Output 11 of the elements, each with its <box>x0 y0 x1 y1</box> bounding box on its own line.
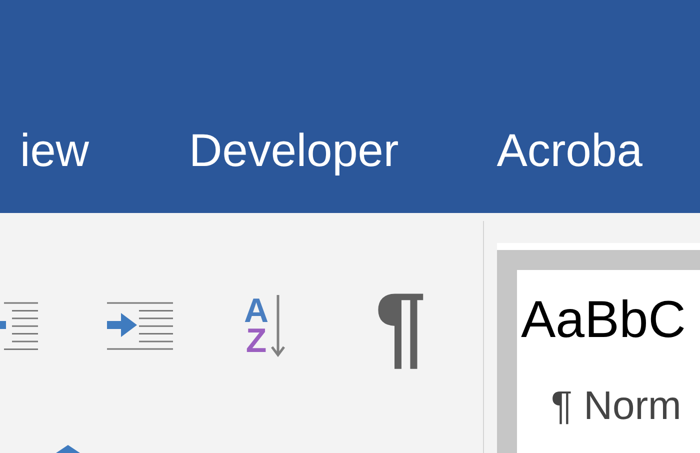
diamond-icon <box>56 445 80 453</box>
style-gallery-item[interactable]: AaBbC ¶ Norm <box>517 270 700 453</box>
decrease-indent-icon[interactable] <box>0 301 40 351</box>
ribbon-tab[interactable]: Acroba <box>496 127 642 173</box>
ribbon-tab[interactable]: Developer <box>189 127 399 173</box>
style-name: ¶ Norm <box>551 386 682 426</box>
increase-indent-icon[interactable] <box>107 301 173 351</box>
ribbon-tab[interactable]: iew <box>20 127 90 173</box>
down-arrow-icon <box>270 295 285 357</box>
style-sample: AaBbC <box>521 294 687 346</box>
sort-button[interactable]: A Z <box>244 293 302 359</box>
